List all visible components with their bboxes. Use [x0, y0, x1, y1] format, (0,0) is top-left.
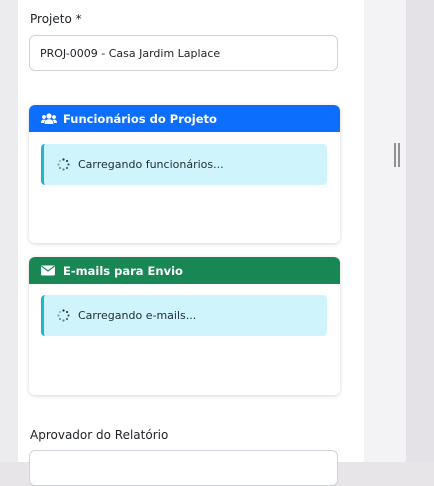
left-gutter — [0, 0, 18, 462]
side-area — [364, 0, 406, 462]
project-select-value: PROJ-0009 - Casa Jardim Laplace — [40, 46, 221, 60]
spinner-icon — [57, 158, 70, 171]
emails-card: E-mails para Envio Carregando e-mails... — [29, 257, 340, 395]
spinner-icon — [57, 309, 70, 322]
emails-card-title: E-mails para Envio — [63, 263, 183, 278]
users-icon — [41, 112, 57, 125]
approver-label: Aprovador do Relatório — [30, 428, 169, 442]
employees-card-title: Funcionários do Projeto — [63, 111, 217, 126]
resize-handle[interactable] — [394, 143, 400, 167]
emails-loading-alert: Carregando e-mails... — [41, 295, 327, 336]
project-label: Projeto * — [30, 12, 82, 26]
envelope-icon — [41, 265, 57, 277]
project-select[interactable]: PROJ-0009 - Casa Jardim Laplace — [29, 35, 338, 71]
employees-card: Funcionários do Projeto Carregando funci… — [29, 105, 340, 243]
approver-select[interactable] — [29, 450, 338, 486]
emails-card-header: E-mails para Envio — [29, 257, 340, 284]
emails-loading-text: Carregando e-mails... — [78, 309, 197, 322]
employees-card-header: Funcionários do Projeto — [29, 105, 340, 132]
employees-loading-alert: Carregando funcionários... — [41, 144, 327, 185]
right-edge — [406, 0, 434, 462]
employees-loading-text: Carregando funcionários... — [78, 158, 224, 171]
